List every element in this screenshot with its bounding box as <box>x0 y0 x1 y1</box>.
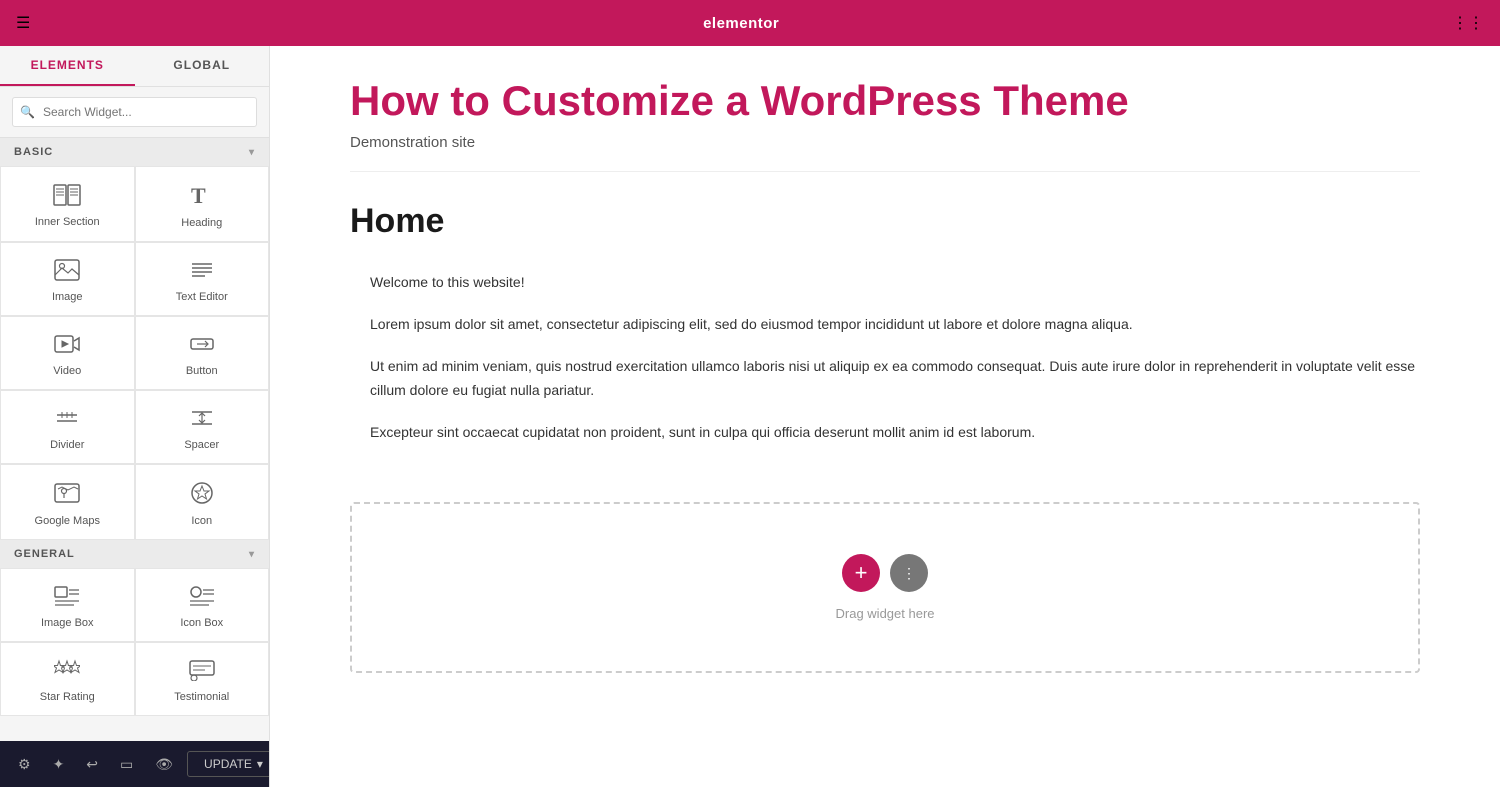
update-label: UPDATE <box>204 757 252 771</box>
canvas-content: How to Customize a WordPress Theme Demon… <box>270 46 1500 753</box>
drop-zone-label: Drag widget here <box>836 606 935 621</box>
search-icon: 🔍 <box>20 105 35 119</box>
basic-widgets-grid: Inner Section T Heading <box>0 166 269 540</box>
main-layout: ELEMENTS GLOBAL 🔍 BASIC ▾ <box>0 46 1500 787</box>
image-icon <box>54 259 80 285</box>
widget-inner-section-label: Inner Section <box>35 216 100 228</box>
widget-icon[interactable]: Icon <box>135 464 270 540</box>
heading-icon: T <box>189 183 215 211</box>
top-bar-logo: elementor <box>703 15 779 32</box>
site-title: How to Customize a WordPress Theme <box>350 76 1420 126</box>
widget-icon-box[interactable]: Icon Box <box>135 568 270 642</box>
canvas-area: How to Customize a WordPress Theme Demon… <box>270 46 1500 787</box>
sidebar-tabs: ELEMENTS GLOBAL <box>0 46 269 87</box>
general-widgets-grid: Image Box Icon Box <box>0 568 269 716</box>
footer-responsive-icon[interactable]: ✦ <box>45 750 73 779</box>
widget-spacer[interactable]: Spacer <box>135 390 270 464</box>
chevron-down-icon-general: ▾ <box>249 549 255 560</box>
widget-icon-box-label: Icon Box <box>180 617 223 629</box>
widget-google-maps[interactable]: Google Maps <box>0 464 135 540</box>
widget-star-rating-label: Star Rating <box>40 691 95 703</box>
tab-global[interactable]: GLOBAL <box>135 46 270 86</box>
sidebar-search-wrapper: 🔍 <box>0 87 269 138</box>
star-rating-icon <box>54 659 80 685</box>
widget-google-maps-label: Google Maps <box>35 515 100 527</box>
video-icon <box>54 333 80 359</box>
widget-video-label: Video <box>53 365 81 377</box>
widget-image[interactable]: Image <box>0 242 135 316</box>
widget-icon-label: Icon <box>191 515 212 527</box>
widget-image-label: Image <box>52 291 83 303</box>
svg-text:T: T <box>191 183 206 207</box>
grid-icon[interactable]: ⋮⋮ <box>1452 13 1484 33</box>
top-bar: ☰ elementor ⋮⋮ <box>0 0 1500 46</box>
divider-icon <box>54 407 80 433</box>
widget-heading[interactable]: T Heading <box>135 166 270 242</box>
icon-box-icon <box>189 585 215 611</box>
section-basic-label: BASIC <box>14 146 53 158</box>
update-button[interactable]: UPDATE ▾ <box>187 751 270 777</box>
button-icon <box>189 333 215 359</box>
widget-testimonial-label: Testimonial <box>174 691 229 703</box>
widget-video[interactable]: Video <box>0 316 135 390</box>
drop-zone-buttons: + ⋮ <box>842 554 928 592</box>
widget-image-box-label: Image Box <box>41 617 94 629</box>
tab-elements[interactable]: ELEMENTS <box>0 46 135 86</box>
sidebar: ELEMENTS GLOBAL 🔍 BASIC ▾ <box>0 46 270 787</box>
footer-settings-icon[interactable]: ⚙ <box>10 750 39 779</box>
testimonial-icon <box>189 659 215 685</box>
widget-text-editor[interactable]: Text Editor <box>135 242 270 316</box>
widget-divider-label: Divider <box>50 439 84 451</box>
widget-button-label: Button <box>186 365 218 377</box>
update-chevron-icon: ▾ <box>257 757 263 771</box>
widget-heading-label: Heading <box>181 217 222 229</box>
section-general-header[interactable]: GENERAL ▾ <box>0 540 269 568</box>
site-header: How to Customize a WordPress Theme Demon… <box>350 46 1420 172</box>
paragraph-3: Excepteur sint occaecat cupidatat non pr… <box>370 421 1420 445</box>
widget-spacer-label: Spacer <box>184 439 219 451</box>
image-box-icon <box>54 585 80 611</box>
drag-handle-button[interactable]: ⋮ <box>890 554 928 592</box>
page-text-content: Welcome to this website! Lorem ipsum dol… <box>350 271 1420 482</box>
spacer-icon <box>189 407 215 433</box>
widget-star-rating[interactable]: Star Rating <box>0 642 135 716</box>
paragraph-2: Ut enim ad minim veniam, quis nostrud ex… <box>370 355 1420 403</box>
google-maps-icon <box>54 481 80 509</box>
sidebar-content: BASIC ▾ <box>0 138 269 741</box>
widget-inner-section[interactable]: Inner Section <box>0 166 135 242</box>
section-general-label: GENERAL <box>14 548 75 560</box>
add-widget-button[interactable]: + <box>842 554 880 592</box>
paragraph-0: Welcome to this website! <box>370 271 1420 295</box>
text-editor-icon <box>189 259 215 285</box>
footer-preview-icon[interactable]: ▭ <box>112 750 141 779</box>
site-subtitle: Demonstration site <box>350 134 1420 151</box>
section-basic-header[interactable]: BASIC ▾ <box>0 138 269 166</box>
sidebar-footer: ⚙ ✦ ↩ ▭ 👁 UPDATE ▾ <box>0 741 269 787</box>
icon-widget-icon <box>189 481 215 509</box>
page-title: Home <box>350 202 1420 241</box>
paragraph-1: Lorem ipsum dolor sit amet, consectetur … <box>370 313 1420 337</box>
footer-eye-icon[interactable]: 👁 <box>147 750 181 779</box>
widget-testimonial[interactable]: Testimonial <box>135 642 270 716</box>
search-input[interactable] <box>12 97 257 127</box>
footer-undo-icon[interactable]: ↩ <box>78 750 106 779</box>
drop-zone: + ⋮ Drag widget here <box>350 502 1420 673</box>
inner-section-icon <box>53 184 81 210</box>
chevron-down-icon: ▾ <box>249 147 255 158</box>
widget-image-box[interactable]: Image Box <box>0 568 135 642</box>
widget-divider[interactable]: Divider <box>0 390 135 464</box>
hamburger-icon[interactable]: ☰ <box>16 13 30 33</box>
widget-button[interactable]: Button <box>135 316 270 390</box>
widget-text-editor-label: Text Editor <box>176 291 228 303</box>
